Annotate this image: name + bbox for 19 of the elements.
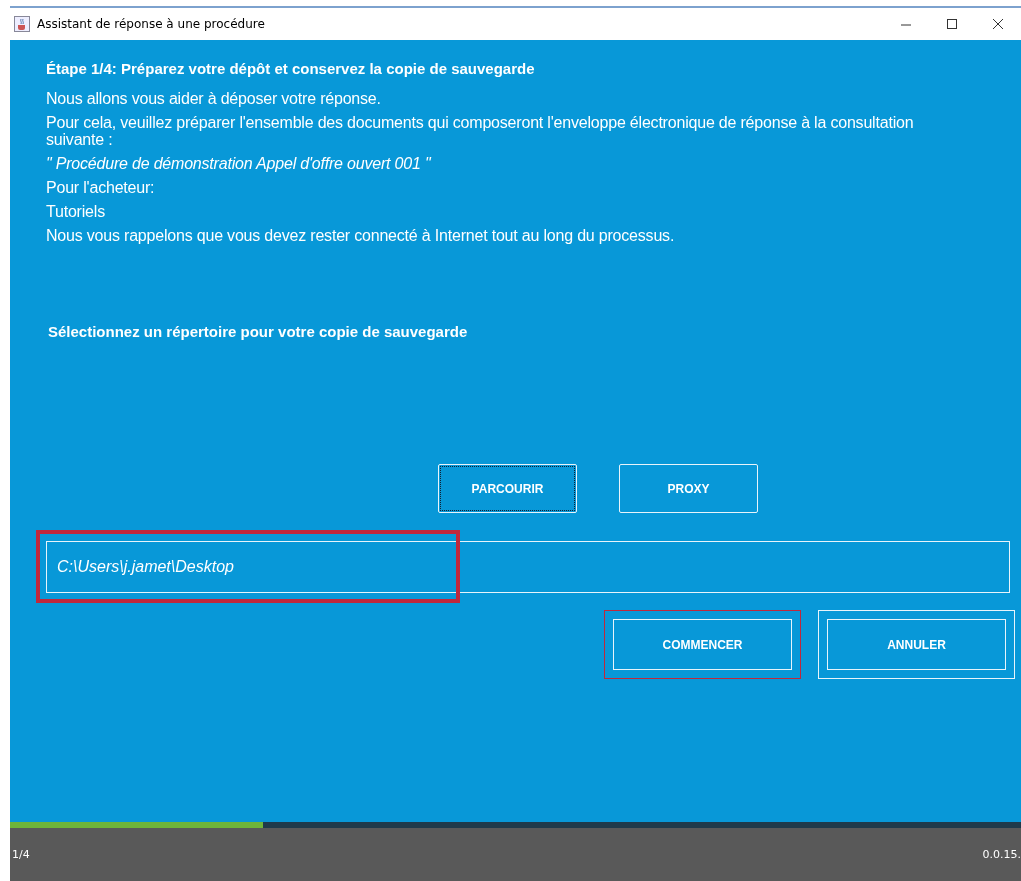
maximize-icon [946,18,958,30]
consultation-name: " Procédure de démonstration Appel d'offre ouvert 001 " [46,155,433,172]
version-label: 0.0.15. [982,848,1021,861]
step-counter: 1/4 [12,848,30,861]
proxy-button[interactable]: PROXY [619,464,758,513]
info-text: Nous allons vous aider à déposer votre réponse. [46,90,382,107]
java-cup-icon [14,16,30,32]
cancel-button[interactable]: ANNULER [818,610,1015,679]
info-text: Pour l'acheteur: [46,179,156,196]
step-heading: Étape 1/4: Préparez votre dépôt et conservez la copie de sauvegarde [46,60,536,77]
info-text: Tutoriels [46,203,106,220]
start-button[interactable]: COMMENCER [604,610,801,679]
window-title: Assistant de réponse à une procédure [37,17,265,31]
info-text: Pour cela, veuillez préparer l'ensemble des documents qui composeront l'enveloppe électronique de réponse à la consultation suivante : [46,114,915,148]
close-icon [992,18,1004,30]
path-field[interactable]: C:\Users\j.jamet\Desktop [46,541,1010,593]
section-heading: Sélectionnez un répertoire pour votre copie de sauvegarde [48,323,469,340]
browse-button[interactable]: PARCOURIR [438,464,577,513]
info-text: Nous vous rappelons que vous devez rester connecté à Internet tout au long du processus. [46,227,676,244]
